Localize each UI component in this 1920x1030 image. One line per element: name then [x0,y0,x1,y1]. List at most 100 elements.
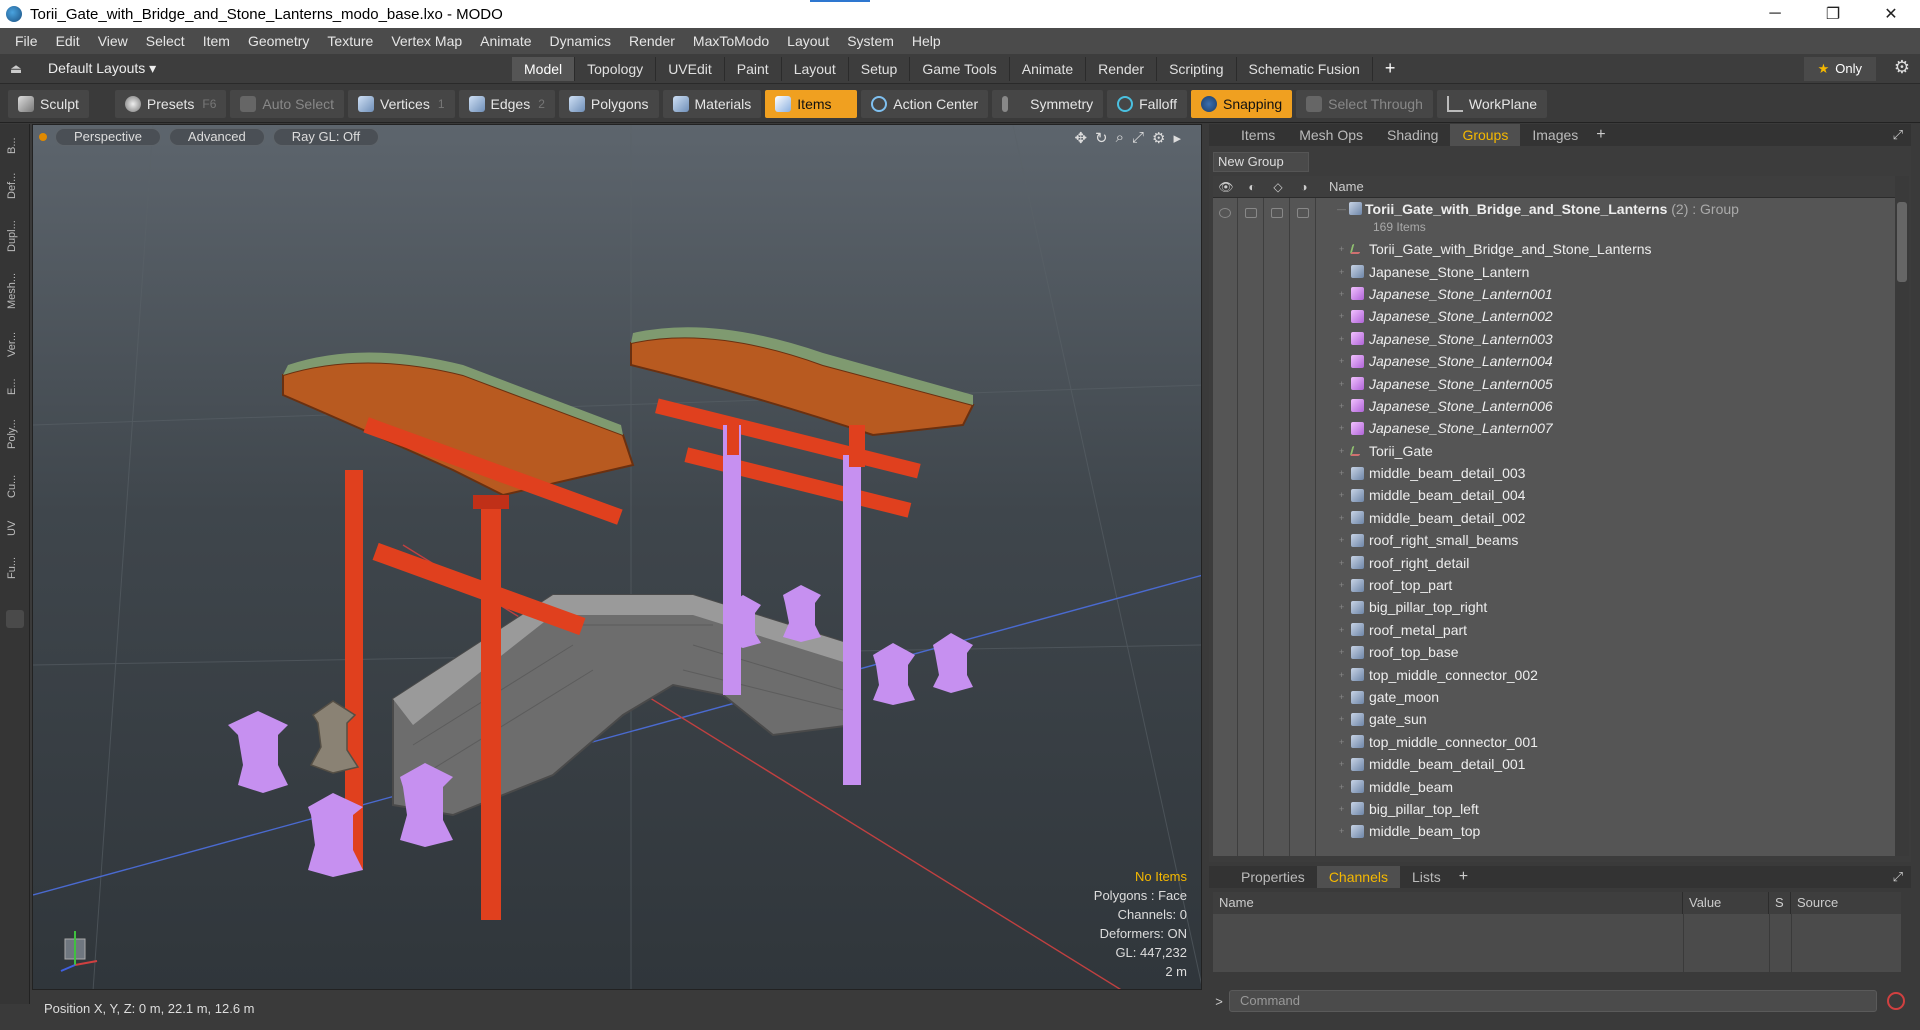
strip-tab-duplicate[interactable]: Dupl... [6,214,24,258]
expand-icon[interactable]: + [1339,826,1344,836]
strip-tab-polygon[interactable]: Poly... [6,410,24,458]
strip-tab-b[interactable]: B... [6,132,24,160]
expand-icon[interactable]: + [1339,580,1344,590]
polygons-button[interactable]: Polygons [558,89,659,118]
list-item[interactable]: + Japanese_Stone_Lantern002 [1213,305,1895,327]
expand-icon[interactable]: + [1339,692,1344,702]
menu-render[interactable]: Render [620,33,684,49]
menu-animate[interactable]: Animate [471,33,540,49]
menu-system[interactable]: System [838,33,903,49]
tab-model[interactable]: Model [512,56,576,81]
menu-help[interactable]: Help [903,33,950,49]
expand-icon[interactable]: + [1339,446,1344,456]
raygl-toggle[interactable]: Ray GL: Off [272,128,380,146]
groups-scrollbar-thumb[interactable] [1897,202,1907,282]
list-item[interactable]: + roof_top_base [1213,641,1895,663]
list-item[interactable]: + Japanese_Stone_Lantern [1213,260,1895,282]
zoom-icon[interactable]: ⌕ [1116,129,1124,147]
eye-icon[interactable] [1219,208,1231,218]
pan-icon[interactable]: ✥ [1074,129,1087,147]
list-item[interactable]: + Japanese_Stone_Lantern006 [1213,395,1895,417]
lock-toggle-icon[interactable] [1271,208,1283,218]
add-channel-tab-icon[interactable]: + [1453,868,1468,886]
expand-channels-icon[interactable]: ⤢ [1893,869,1911,885]
fit-icon[interactable]: ⤢ [1132,129,1144,147]
expand-icon[interactable]: + [1339,513,1344,523]
menu-geometry[interactable]: Geometry [239,33,318,49]
strip-tab-uv[interactable]: UV [6,514,24,542]
expand-icon[interactable]: + [1339,423,1344,433]
group-row[interactable]: — Torii_Gate_with_Bridge_and_Stone_Lante… [1213,198,1895,238]
list-item[interactable]: + roof_right_small_beams [1213,529,1895,551]
list-item[interactable]: + roof_metal_part [1213,619,1895,641]
list-item[interactable]: + big_pillar_top_right [1213,596,1895,618]
name-column-header[interactable]: Name [1317,179,1364,194]
tab-animate[interactable]: Animate [1010,56,1087,81]
snapping-button[interactable]: Snapping [1191,89,1293,118]
menu-layout[interactable]: Layout [778,33,838,49]
list-item[interactable]: + roof_top_part [1213,574,1895,596]
list-item[interactable]: + Japanese_Stone_Lantern001 [1213,283,1895,305]
list-item[interactable]: + gate_moon [1213,686,1895,708]
strip-tab-mesh[interactable]: Mesh... [6,266,24,316]
vertices-button[interactable]: Vertices 1 [348,89,455,118]
select-through-button[interactable]: Select Through [1296,89,1433,118]
command-input[interactable]: Command [1229,990,1877,1012]
3d-viewport[interactable]: Perspective Advanced Ray GL: Off ✥ ↻ ⌕ ⤢… [32,124,1202,990]
tab-shading[interactable]: Shading [1375,124,1450,146]
only-toggle[interactable]: ★ Only [1803,57,1876,81]
tab-groups[interactable]: Groups [1450,124,1521,146]
list-item[interactable]: + middle_beam_detail_002 [1213,507,1895,529]
list-item[interactable]: + Japanese_Stone_Lantern004 [1213,350,1895,372]
list-item[interactable]: + middle_beam_detail_004 [1213,484,1895,506]
expand-icon[interactable]: + [1339,759,1344,769]
channel-value-header[interactable]: Value [1683,892,1769,914]
render-toggle-icon[interactable] [1245,208,1257,218]
channel-name-header[interactable]: Name [1213,892,1683,914]
stone-bridge[interactable] [392,594,854,817]
default-layouts-dropdown[interactable]: Default Layouts ▾ [32,60,512,77]
add-panel-tab-icon[interactable]: + [1590,126,1605,144]
expand-icon[interactable]: + [1339,244,1344,254]
falloff-button[interactable]: Falloff [1107,89,1187,118]
list-item[interactable]: + Japanese_Stone_Lantern005 [1213,372,1895,394]
tab-render[interactable]: Render [1086,56,1158,81]
tab-scripting[interactable]: Scripting [1157,56,1237,81]
tab-paint[interactable]: Paint [725,56,782,81]
viewport-settings-icon[interactable]: ⚙ [1152,129,1165,147]
tab-mesh-ops[interactable]: Mesh Ops [1287,124,1375,146]
tab-channels[interactable]: Channels [1316,866,1400,888]
expand-icon[interactable]: + [1339,670,1344,680]
channel-source-header[interactable]: Source [1791,892,1901,914]
menu-select[interactable]: Select [137,33,194,49]
expand-icon[interactable]: + [1339,737,1344,747]
lantern-7[interactable] [933,633,973,693]
viewport-expand-icon[interactable]: ▸ [1173,129,1181,147]
scene-render[interactable] [33,125,1202,990]
action-center-button[interactable]: Action Center [861,89,989,118]
auto-select-button[interactable]: Auto Select [230,89,345,118]
visibility-column-icon[interactable]: 👁 [1213,180,1239,194]
list-item[interactable]: + big_pillar_top_left [1213,798,1895,820]
minimize-button[interactable]: ─ [1746,0,1804,28]
pin-icon[interactable]: ⏏ [0,61,32,77]
tab-schematic-fusion[interactable]: Schematic Fusion [1237,56,1373,81]
viewport-indicator-icon[interactable] [39,133,47,141]
expand-icon[interactable]: + [1339,804,1344,814]
expand-icon[interactable]: + [1339,602,1344,612]
add-tab-icon[interactable]: + [1373,58,1408,79]
new-group-button[interactable]: New Group [1213,152,1309,172]
select-toggle-icon[interactable] [1297,208,1309,218]
tab-topology[interactable]: Topology [575,56,657,81]
maximize-button[interactable]: ❐ [1804,0,1862,28]
expand-icon[interactable]: + [1339,311,1344,321]
menu-dynamics[interactable]: Dynamics [541,33,620,49]
expand-icon[interactable]: + [1339,535,1344,545]
list-item[interactable]: + Torii_Gate_with_Bridge_and_Stone_Lanter… [1213,238,1895,260]
expand-icon[interactable]: + [1339,356,1344,366]
lantern-6[interactable] [873,643,915,705]
expand-icon[interactable]: + [1339,334,1344,344]
menu-maxtomodo[interactable]: MaxToModo [684,33,778,49]
strip-tab-curve[interactable]: Cu... [6,466,24,506]
list-item[interactable]: + middle_beam [1213,775,1895,797]
